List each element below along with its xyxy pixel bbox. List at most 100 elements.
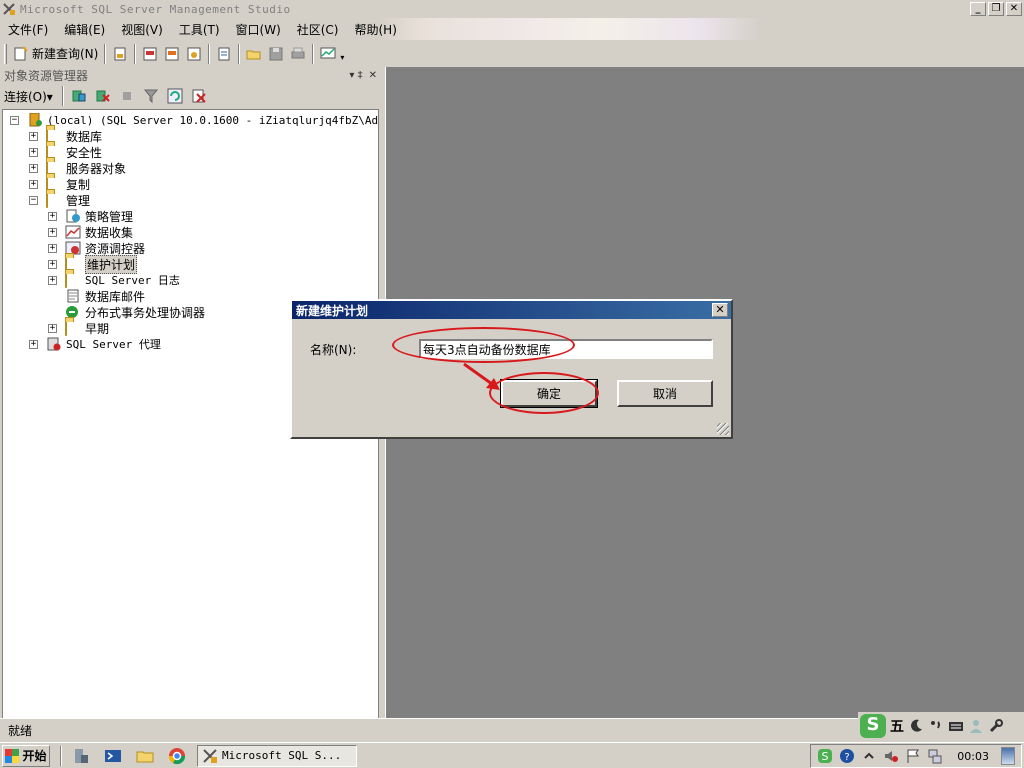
wrench-icon[interactable] bbox=[988, 718, 1004, 734]
chrome-icon[interactable] bbox=[168, 747, 186, 765]
user-icon[interactable] bbox=[968, 718, 984, 734]
action-center-flag-icon[interactable] bbox=[905, 748, 921, 764]
folder-open-icon bbox=[46, 192, 62, 208]
powershell-icon[interactable] bbox=[104, 747, 122, 765]
data-collection-icon bbox=[65, 225, 81, 239]
menu-view[interactable]: 视图(V) bbox=[113, 21, 171, 38]
menu-help[interactable]: 帮助(H) bbox=[347, 21, 405, 38]
collapse-toggle[interactable]: − bbox=[10, 115, 19, 125]
menu-file[interactable]: 文件(F) bbox=[0, 21, 56, 38]
expand-toggle[interactable]: + bbox=[48, 243, 57, 253]
start-button[interactable]: 开始 bbox=[2, 744, 50, 767]
tree-node-maintenance-plans[interactable]: + 维护计划 bbox=[48, 254, 138, 274]
tree-node-data-collection[interactable]: + 数据收集 bbox=[48, 224, 133, 240]
panel-pin-icon[interactable]: ▾ ‡ bbox=[349, 70, 362, 81]
annotation-arrow bbox=[463, 362, 500, 390]
mdx-query-button[interactable] bbox=[139, 43, 161, 65]
menu-community[interactable]: 社区(C) bbox=[289, 21, 347, 38]
expand-toggle[interactable]: + bbox=[29, 163, 38, 173]
taskbar: 开始 Microsoft SQL S... S ? 00:03 bbox=[0, 742, 1024, 768]
title-bar: Microsoft SQL Server Management Studio _… bbox=[0, 0, 1024, 18]
cancel-button[interactable]: 取消 bbox=[617, 380, 713, 407]
plan-name-input[interactable] bbox=[419, 339, 713, 359]
document-icon bbox=[218, 47, 230, 60]
expand-toggle[interactable]: + bbox=[48, 227, 57, 237]
activity-monitor-button[interactable] bbox=[317, 43, 339, 65]
delete-policy-icon[interactable] bbox=[191, 88, 207, 104]
expand-toggle[interactable]: + bbox=[29, 147, 38, 157]
menu-window[interactable]: 窗口(W) bbox=[228, 21, 289, 38]
dmx-query-button[interactable] bbox=[161, 43, 183, 65]
moon-icon[interactable] bbox=[908, 718, 924, 734]
new-query-button[interactable]: 新建查询(N) bbox=[10, 43, 101, 65]
tree-node-database-mail[interactable]: 数据库邮件 bbox=[48, 288, 145, 304]
filter-icon[interactable] bbox=[143, 88, 159, 104]
tree-node-label: 早期 bbox=[85, 321, 110, 336]
menu-bar: 文件(F) 编辑(E) 视图(V) 工具(T) 窗口(W) 社区(C) 帮助(H… bbox=[0, 18, 1024, 40]
toolbar-separator bbox=[104, 43, 107, 64]
expand-toggle[interactable]: + bbox=[48, 323, 57, 333]
minimize-button[interactable]: _ bbox=[970, 2, 986, 16]
dialog-close-button[interactable]: ✕ bbox=[712, 303, 728, 317]
new-query-label: 新建查询(N) bbox=[32, 47, 99, 61]
panel-close-icon[interactable]: ✕ bbox=[369, 70, 377, 81]
disconnect-server-icon[interactable] bbox=[95, 88, 111, 104]
expand-toggle[interactable]: + bbox=[48, 211, 57, 221]
stop-icon[interactable] bbox=[119, 88, 135, 104]
compact-query-button[interactable] bbox=[213, 43, 235, 65]
open-file-button[interactable] bbox=[243, 43, 265, 65]
dialog-title-bar[interactable]: 新建维护计划 ✕ bbox=[292, 301, 731, 319]
show-desktop-button[interactable] bbox=[1001, 747, 1015, 765]
collapse-toggle[interactable]: − bbox=[29, 195, 38, 205]
tree-node-policy-management[interactable]: + 策略管理 bbox=[48, 208, 133, 224]
punctuation-icon[interactable] bbox=[928, 718, 944, 734]
taskbar-ssms-button[interactable]: Microsoft SQL S... bbox=[197, 744, 357, 767]
sogou-tray-icon[interactable]: S bbox=[817, 748, 833, 764]
explorer-icon[interactable] bbox=[136, 747, 154, 765]
keyboard-icon[interactable] bbox=[948, 718, 964, 734]
taskbar-ssms-label: Microsoft SQL S... bbox=[222, 749, 342, 762]
tree-node-replication[interactable]: + 复制 bbox=[29, 176, 90, 192]
network-icon[interactable] bbox=[927, 748, 943, 764]
dialog-title: 新建维护计划 bbox=[296, 303, 369, 318]
tree-node-databases[interactable]: + 数据库 bbox=[29, 128, 102, 144]
clock[interactable]: 00:03 bbox=[957, 750, 989, 763]
save-button[interactable] bbox=[265, 43, 287, 65]
tree-node-sql-server-logs[interactable]: + SQL Server 日志 bbox=[48, 272, 180, 288]
expand-toggle[interactable]: + bbox=[48, 259, 57, 269]
toolbar-grip[interactable] bbox=[4, 43, 7, 64]
close-button[interactable]: ✕ bbox=[1006, 2, 1022, 16]
expand-toggle[interactable]: + bbox=[48, 275, 57, 285]
object-explorer-header: 对象资源管理器 ▾ ‡ ✕ bbox=[0, 67, 381, 84]
xmla-query-button[interactable] bbox=[183, 43, 205, 65]
tree-node-management[interactable]: − 管理 bbox=[29, 192, 90, 208]
expand-toggle[interactable]: + bbox=[29, 131, 38, 141]
help-icon[interactable]: ? bbox=[839, 748, 855, 764]
tree-node-server-objects[interactable]: + 服务器对象 bbox=[29, 160, 126, 176]
toolbar-overflow-icon[interactable]: ▾ bbox=[340, 53, 344, 62]
svg-text:S: S bbox=[822, 750, 829, 763]
connect-dropdown[interactable]: 连接(O)▾ bbox=[4, 88, 53, 105]
new-file-button[interactable] bbox=[109, 43, 131, 65]
menu-edit[interactable]: 编辑(E) bbox=[56, 21, 113, 38]
menu-tools[interactable]: 工具(T) bbox=[171, 21, 228, 38]
print-icon bbox=[291, 47, 305, 58]
tray-expand-icon[interactable] bbox=[861, 748, 877, 764]
ok-button[interactable]: 确定 bbox=[500, 379, 598, 408]
restore-button[interactable]: ❐ bbox=[988, 2, 1004, 16]
connect-server-icon[interactable] bbox=[71, 88, 87, 104]
resize-grip[interactable] bbox=[717, 423, 729, 435]
sogou-ime-icon[interactable]: S bbox=[860, 714, 886, 738]
volume-muted-icon[interactable] bbox=[883, 748, 899, 764]
tree-node-legacy[interactable]: + 早期 bbox=[48, 320, 109, 336]
server-manager-icon[interactable] bbox=[72, 747, 90, 765]
expand-toggle[interactable]: + bbox=[29, 179, 38, 189]
tree-node-server[interactable]: − (local) (SQL Server 10.0.1600 - iZiatq… bbox=[10, 112, 378, 128]
tree-node-security[interactable]: + 安全性 bbox=[29, 144, 102, 160]
dmx-query-icon bbox=[165, 47, 179, 60]
refresh-icon[interactable] bbox=[167, 88, 183, 104]
expand-toggle[interactable]: + bbox=[29, 339, 38, 349]
tree-node-sql-server-agent[interactable]: + SQL Server 代理 bbox=[29, 336, 161, 352]
ime-mode-label[interactable]: 五 bbox=[890, 716, 904, 736]
print-button[interactable] bbox=[287, 43, 309, 65]
